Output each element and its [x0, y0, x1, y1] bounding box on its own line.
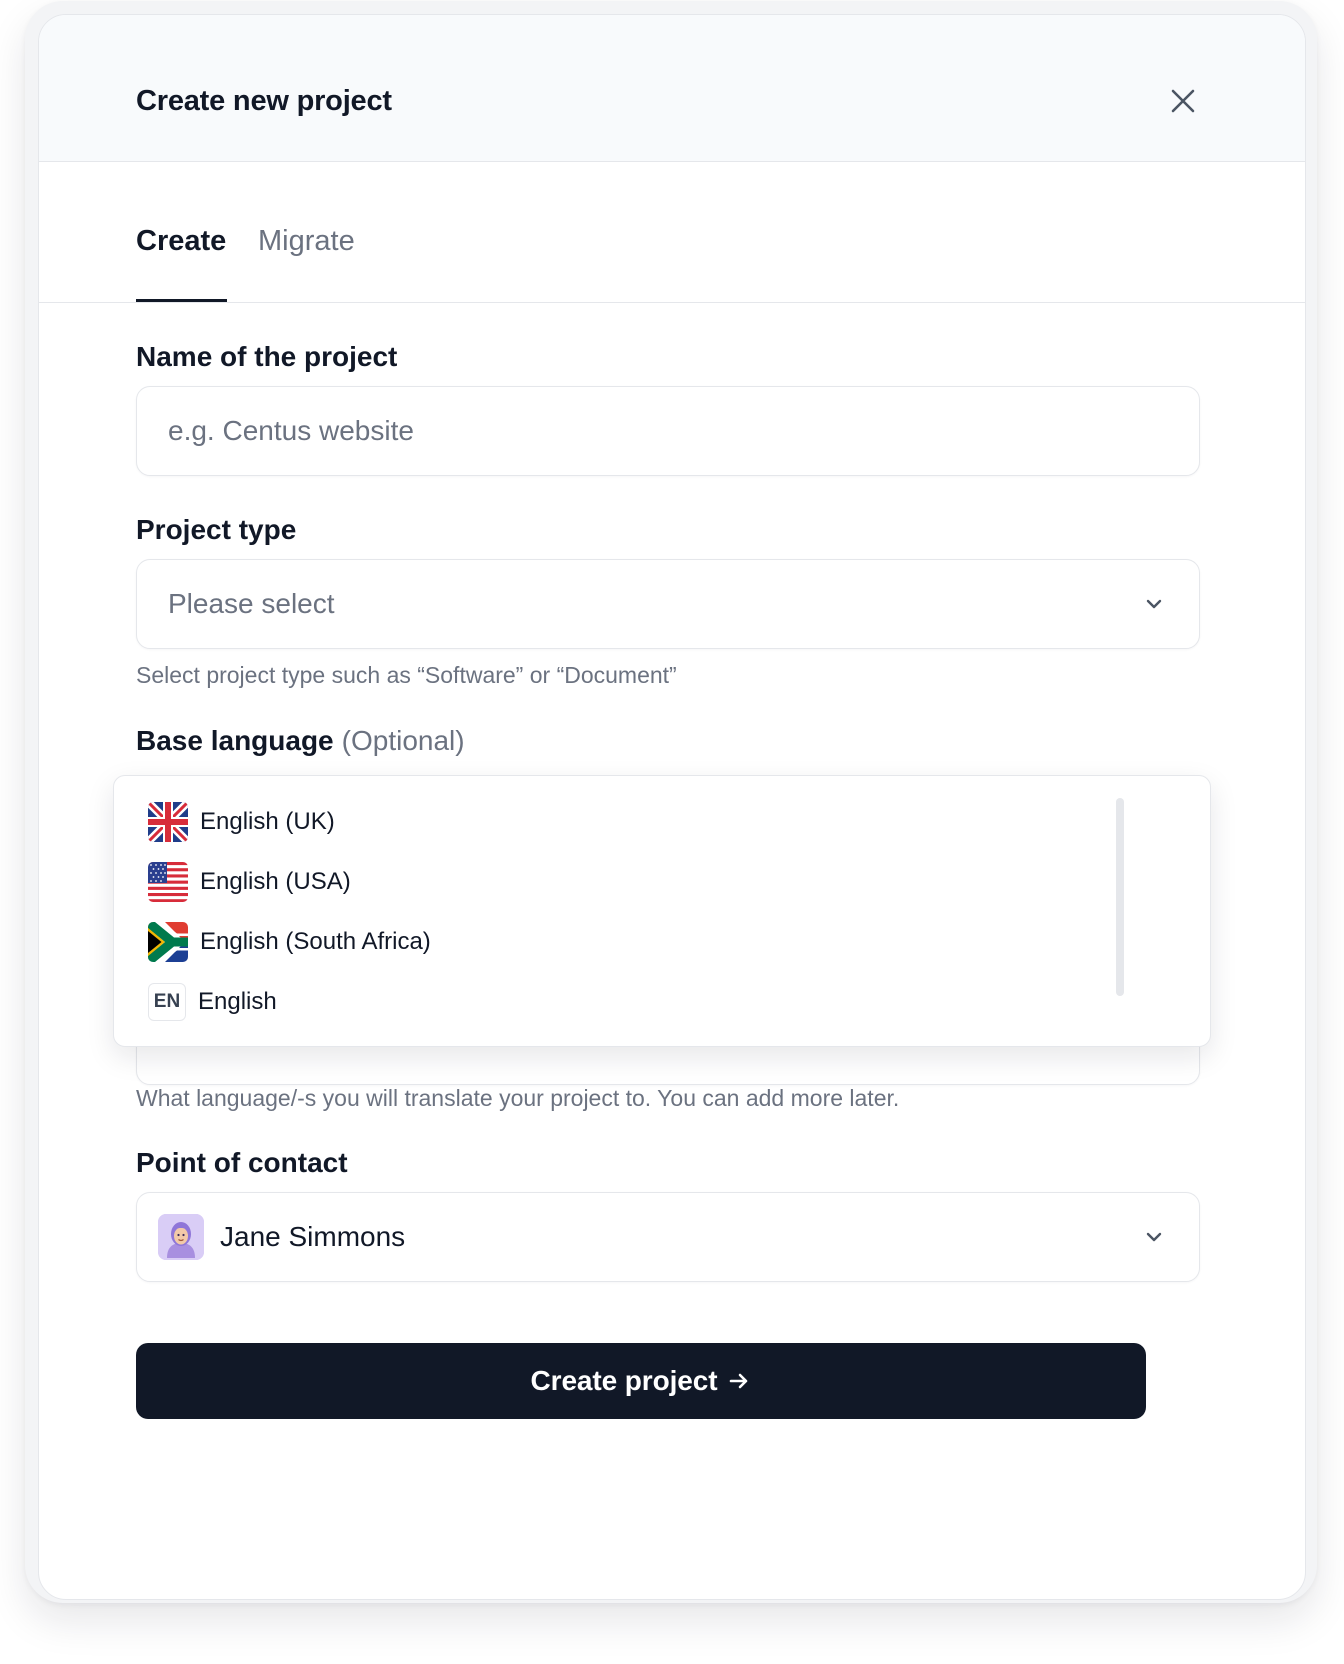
modal-title: Create new project: [136, 85, 392, 117]
point-of-contact-label: Point of contact: [136, 1147, 348, 1178]
arrow-right-icon: [727, 1369, 751, 1393]
language-option-english-uk[interactable]: English (UK): [148, 800, 335, 844]
avatar: [158, 1214, 204, 1260]
target-languages-help: What language/-s you will translate your…: [136, 1085, 900, 1111]
chevron-down-icon: [1143, 1226, 1165, 1248]
project-name-placeholder: e.g. Centus website: [168, 415, 414, 446]
language-option-label: English (USA): [200, 868, 351, 895]
language-option-label: English: [198, 988, 277, 1015]
project-name-input[interactable]: e.g. Centus website: [136, 386, 1200, 476]
tab-migrate[interactable]: Migrate: [258, 225, 355, 258]
project-type-help: Select project type such as “Software” o…: [136, 662, 677, 688]
language-option-label: English (UK): [200, 808, 335, 835]
language-option-english[interactable]: EN English: [148, 980, 277, 1024]
base-language-label-text: Base language: [136, 725, 334, 756]
south-africa-flag-icon: [148, 922, 188, 962]
active-tab-indicator: [136, 299, 227, 302]
create-project-modal: Create new project Create Migrate Name o…: [38, 14, 1306, 1600]
language-code-icon: EN: [148, 983, 186, 1021]
language-option-english-usa[interactable]: English (USA): [148, 860, 351, 904]
point-of-contact-value: Jane Simmons: [220, 1221, 406, 1252]
close-button[interactable]: [1165, 83, 1201, 119]
create-project-label: Create project: [530, 1365, 718, 1396]
dropdown-scrollbar[interactable]: [1116, 798, 1124, 996]
base-language-label: Base language (Optional): [136, 725, 465, 757]
uk-flag-icon: [148, 802, 188, 842]
close-icon: [1171, 89, 1195, 113]
base-language-dropdown[interactable]: English (UK) English (USA) English (Sout…: [113, 775, 1211, 1047]
optional-tag: (Optional): [341, 725, 465, 756]
tab-create[interactable]: Create: [136, 225, 226, 258]
chevron-down-icon: [1143, 593, 1165, 615]
point-of-contact-select[interactable]: Jane Simmons: [136, 1192, 1200, 1282]
tab-bar: Create Migrate: [39, 161, 1305, 303]
project-type-select[interactable]: Please select: [136, 559, 1200, 649]
project-name-label: Name of the project: [136, 341, 398, 372]
project-type-label: Project type: [136, 514, 297, 545]
create-project-button[interactable]: Create project: [136, 1343, 1146, 1419]
modal-header: Create new project: [39, 15, 1305, 162]
language-option-english-south-africa[interactable]: English (South Africa): [148, 920, 431, 964]
usa-flag-icon: [148, 862, 188, 902]
language-option-label: English (South Africa): [200, 928, 431, 955]
project-type-placeholder: Please select: [168, 588, 335, 619]
